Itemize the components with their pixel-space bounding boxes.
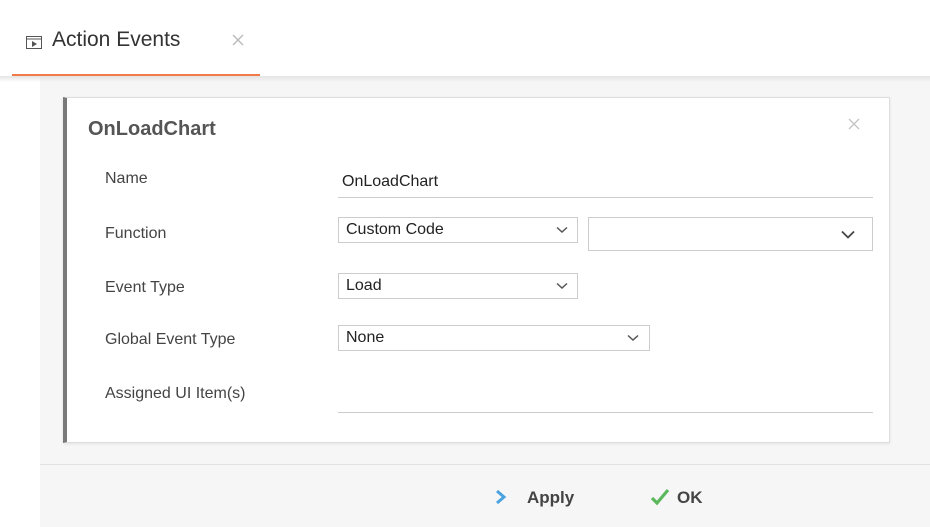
chevron-down-icon <box>627 334 639 342</box>
checkmark-icon <box>650 488 670 506</box>
tab-strip: Action Events <box>0 0 930 76</box>
event-type-label: Event Type <box>105 279 185 296</box>
action-event-panel: OnLoadChart Name Function Custom Code Ev… <box>63 97 890 443</box>
chevron-right-icon <box>496 489 507 505</box>
tab-action-events[interactable]: Action Events <box>12 14 260 76</box>
tab-label: Action Events <box>52 28 181 51</box>
apply-label: Apply <box>527 488 575 507</box>
action-events-window: Action Events OnLoadChart Name Function … <box>0 0 930 527</box>
close-icon[interactable] <box>230 32 246 48</box>
assigned-ui-items-field[interactable] <box>338 381 873 413</box>
divider <box>0 76 930 82</box>
chevron-down-icon <box>841 230 855 239</box>
close-icon[interactable] <box>846 116 862 132</box>
panel-title: OnLoadChart <box>88 118 216 140</box>
event-type-select[interactable]: Load <box>338 273 578 299</box>
global-event-type-select[interactable]: None <box>338 325 650 351</box>
global-event-type-value: None <box>346 329 385 346</box>
chevron-down-icon <box>556 226 568 234</box>
play-panel-icon <box>26 36 42 49</box>
global-event-type-label: Global Event Type <box>105 331 236 348</box>
function-secondary-select[interactable] <box>588 217 873 251</box>
name-label: Name <box>105 170 148 187</box>
function-select-value: Custom Code <box>346 221 444 238</box>
ok-label: OK <box>677 488 703 507</box>
name-field[interactable] <box>338 166 873 198</box>
dialog-footer: Apply OK <box>40 464 930 527</box>
apply-button[interactable]: Apply <box>495 485 605 509</box>
function-label: Function <box>105 225 167 242</box>
event-type-value: Load <box>346 277 382 294</box>
chevron-down-icon <box>556 282 568 290</box>
ok-button[interactable]: OK <box>650 485 730 509</box>
assigned-ui-items-label: Assigned UI Item(s) <box>105 385 246 402</box>
function-select[interactable]: Custom Code <box>338 217 578 243</box>
